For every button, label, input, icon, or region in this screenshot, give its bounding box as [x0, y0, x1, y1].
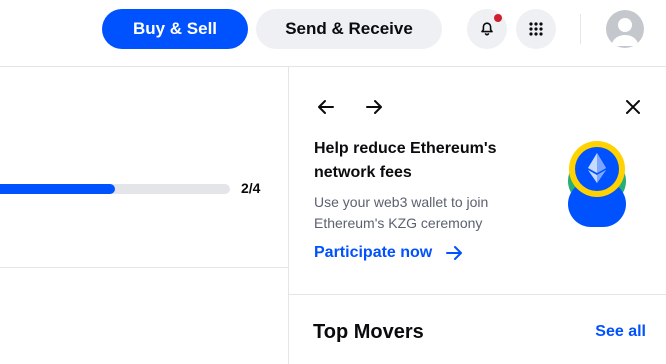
- participate-now-link[interactable]: Participate now: [314, 243, 464, 263]
- header-divider: [580, 14, 581, 44]
- close-icon: [626, 100, 640, 114]
- promo-next-button[interactable]: [362, 95, 386, 119]
- progress-fill: [0, 184, 115, 194]
- send-receive-button[interactable]: Send & Receive: [256, 9, 442, 49]
- see-all-link[interactable]: See all: [595, 323, 646, 341]
- grid-icon: [529, 22, 543, 36]
- promo-prev-button[interactable]: [314, 95, 338, 119]
- top-bar: Buy & Sell Send & Receive: [0, 0, 666, 67]
- participate-now-label: Participate now: [314, 244, 433, 261]
- promo-body: Use your web3 wallet to join Ethereum's …: [314, 194, 489, 231]
- user-avatar[interactable]: [606, 10, 644, 48]
- progress-label: 2/4: [241, 180, 261, 196]
- left-pane: 2/4: [0, 67, 288, 364]
- promo-close-button[interactable]: [621, 95, 645, 119]
- top-movers-title: Top Movers: [313, 321, 424, 343]
- arrow-right-icon: [446, 246, 463, 260]
- promo-title: Help reduce Ethereum's network fees: [314, 140, 497, 181]
- bell-icon: [481, 22, 493, 36]
- arrow-right-icon: [366, 100, 382, 114]
- right-divider: [289, 294, 666, 295]
- buy-sell-button[interactable]: Buy & Sell: [102, 9, 248, 49]
- progress-bar: [0, 184, 230, 194]
- ethereum-icon: [568, 141, 626, 227]
- user-avatar-icon: [611, 18, 639, 46]
- notifications-button[interactable]: [467, 9, 507, 49]
- arrow-left-icon: [318, 100, 334, 114]
- notification-dot: [494, 14, 502, 22]
- left-divider: [0, 267, 288, 268]
- apps-button[interactable]: [516, 9, 556, 49]
- right-pane: Help reduce Ethereum's network fees Use …: [288, 67, 666, 364]
